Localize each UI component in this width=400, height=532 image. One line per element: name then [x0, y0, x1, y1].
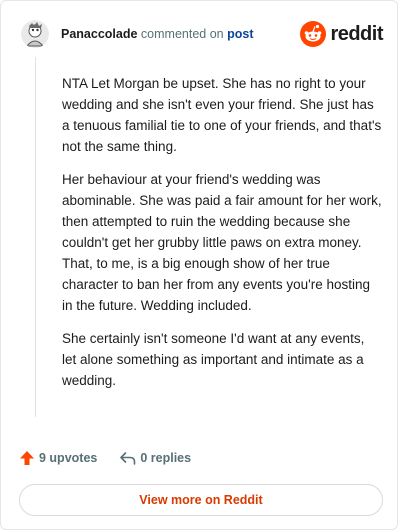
- action-text: commented on: [140, 27, 224, 41]
- comment-meta: Panaccolade commented on post: [61, 27, 253, 41]
- brand-wordmark: reddit: [330, 22, 383, 45]
- upvote-button[interactable]: 9 upvotes: [19, 450, 97, 466]
- reddit-logo[interactable]: reddit: [300, 21, 383, 47]
- reddit-snoo-icon: [300, 21, 327, 47]
- comment-actions: 9 upvotes 0 replies: [19, 450, 191, 466]
- comment-paragraph: NTA Let Morgan be upset. She has no righ…: [62, 76, 382, 154]
- reply-count: 0 replies: [140, 451, 192, 465]
- user-avatar[interactable]: [21, 20, 49, 48]
- comment-body: NTA Let Morgan be upset. She has no righ…: [62, 73, 382, 403]
- upvote-count: 9 upvotes: [39, 451, 98, 465]
- reply-arrow-icon: [120, 452, 136, 465]
- post-link[interactable]: post: [227, 27, 253, 41]
- upvote-arrow-icon: [20, 451, 34, 465]
- thread-line: [35, 57, 36, 417]
- replies-button[interactable]: 0 replies: [119, 450, 191, 466]
- view-more-button[interactable]: View more on Reddit: [19, 484, 383, 516]
- comment-paragraph: She certainly isn't someone I'd want at …: [62, 331, 365, 388]
- embedded-comment-card: Panaccolade commented on post reddit NTA…: [0, 0, 398, 530]
- comment-paragraph: Her behaviour at your friend's wedding w…: [62, 172, 382, 313]
- username[interactable]: Panaccolade: [61, 27, 137, 41]
